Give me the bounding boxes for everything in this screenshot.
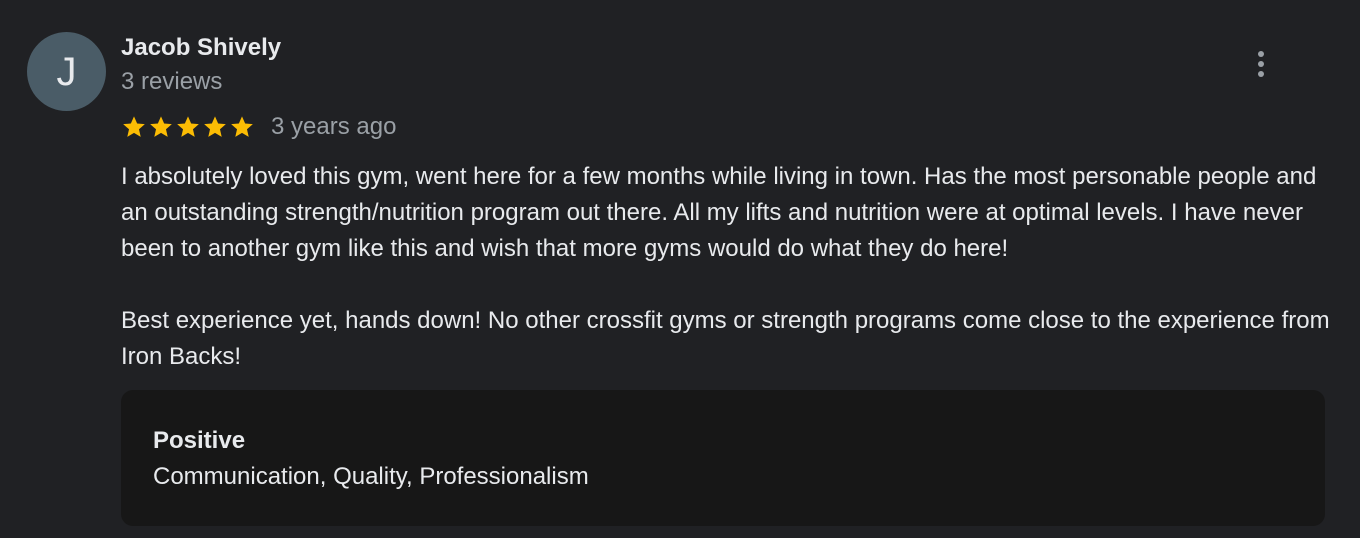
star-icon	[150, 116, 172, 137]
more-vertical-icon	[1258, 51, 1264, 57]
more-vertical-icon-dot	[1258, 71, 1264, 77]
star-icon	[204, 116, 226, 137]
review-card: J Jacob Shively 3 reviews 3 years ago I …	[0, 0, 1360, 538]
star-icon	[231, 116, 253, 137]
more-options-button[interactable]	[1244, 44, 1278, 84]
highlight-value: Communication, Quality, Professionalism	[153, 463, 589, 490]
star-icon	[123, 116, 145, 137]
star-icon	[177, 116, 199, 137]
star-rating	[121, 114, 255, 140]
avatar[interactable]: J	[27, 32, 106, 111]
review-text: I absolutely loved this gym, went here f…	[121, 159, 1336, 375]
rating-row: 3 years ago	[121, 112, 396, 142]
review-count[interactable]: 3 reviews	[121, 67, 222, 97]
reviewer-name[interactable]: Jacob Shively	[121, 33, 281, 63]
more-vertical-icon-dot	[1258, 61, 1264, 67]
review-paragraph: I absolutely loved this gym, went here f…	[121, 163, 1317, 262]
review-date: 3 years ago	[271, 113, 397, 140]
review-highlights: Positive Communication, Quality, Profess…	[121, 390, 1325, 526]
highlight-title: Positive	[153, 427, 246, 454]
review-paragraph: Best experience yet, hands down! No othe…	[121, 307, 1330, 370]
